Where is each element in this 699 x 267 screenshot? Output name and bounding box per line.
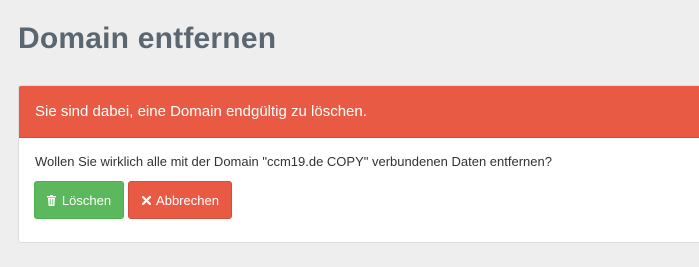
action-buttons: Löschen Abbrechen — [34, 181, 232, 219]
page-title: Domain entfernen — [18, 22, 277, 55]
close-icon — [141, 194, 151, 206]
confirm-question: Wollen Sie wirklich alle mit der Domain … — [35, 154, 552, 169]
panel-body: Wollen Sie wirklich alle mit der Domain … — [19, 153, 699, 170]
trash-icon — [47, 194, 57, 206]
delete-button[interactable]: Löschen — [34, 181, 124, 219]
cancel-button-label: Abbrechen — [156, 192, 219, 208]
cancel-button[interactable]: Abbrechen — [128, 181, 232, 219]
confirm-panel: Sie sind dabei, eine Domain endgültig zu… — [18, 85, 699, 243]
warning-banner: Sie sind dabei, eine Domain endgültig zu… — [19, 86, 699, 138]
delete-button-label: Löschen — [61, 192, 112, 208]
